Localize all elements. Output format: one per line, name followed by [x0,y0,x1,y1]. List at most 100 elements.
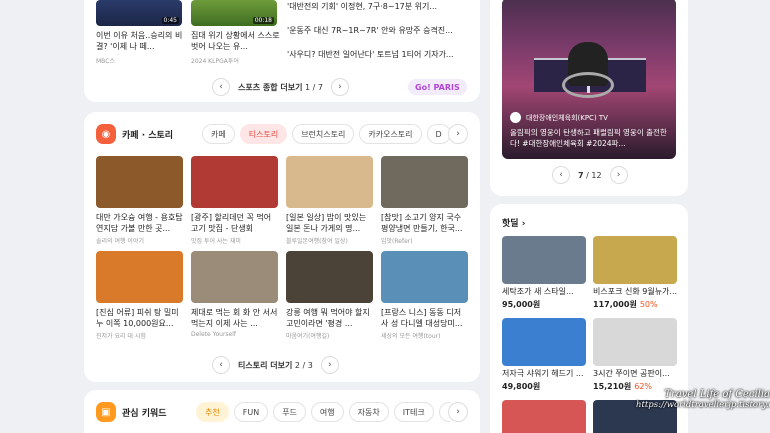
tab-it[interactable]: IT테크 [393,402,434,422]
chevron-right-icon[interactable]: › [448,124,468,144]
video-caption[interactable]: 이번 이유 처음..승리의 비결? '이제 나 떼... [96,30,186,52]
story-image[interactable] [381,251,468,303]
section-title[interactable]: 관심 키워드 [122,406,167,419]
tab-food[interactable]: 푸드 [273,402,306,422]
cafe-story-card: ◉ 카페 · 스토리 카페 티스토리 브런치스토리 카카오스토리 D › 대만 … [84,112,480,382]
story-image[interactable] [191,156,278,208]
news-headline[interactable]: '대반전의 기회' 이정현, 7구·8~17분 위기... [287,2,475,12]
story-item[interactable]: 강릉 여행 뭐 먹어야 할지 고민이라면 '평경 ... 마음여기(여행길) [286,251,373,340]
pager-current: 7 [578,170,584,180]
story-caption[interactable]: [일본 일상] 밥이 맛있는 일본 돈나 가게의 명... [286,212,373,234]
deal-name[interactable]: 비스포크 신화 9월뉴가... [593,287,677,297]
prev-page-button[interactable]: ‹ [212,356,230,374]
news-headline[interactable]: '운동주 대신 7R~1R~7R' 안와 유망주 승격진... [287,26,475,36]
story-grid: 대만 가오슝 여행 - 용호탑 연지담 가볼 만한 곳... 솔리의 여행 이야기… [96,156,468,340]
deal-name[interactable]: 세탁조가 새 스타일... [502,287,586,297]
video-caption[interactable]: 집대 위기 상황에서 스스로 벗어 나오는 유... [191,30,281,52]
deal-image[interactable] [502,318,586,366]
story-item[interactable]: [진심 어류] 피쉬 탕 밀미누 이쪽 10,000원요... 진저가 요리 대 … [96,251,183,340]
video-duration: 00:18 [252,17,274,24]
video-channel[interactable]: 대한장애인체육회(KPC) TV [510,112,608,123]
pager-title[interactable]: 티스토리 더보기 [238,361,292,370]
tab-car[interactable]: 자동차 [348,402,389,422]
tab-brunch[interactable]: 브런치스토리 [292,124,355,144]
story-item[interactable]: 대만 가오슝 여행 - 용호탑 연지담 가볼 만한 곳... 솔리의 여행 이야기 [96,156,183,245]
tab-kakaostory[interactable]: 카카오스토리 [359,124,422,144]
story-image[interactable] [286,251,373,303]
sports-video-2[interactable]: 00:18 집대 위기 상황에서 스스로 벗어 나오는 유... 2024 KL… [191,0,281,65]
tab-recommend[interactable]: 추천 [196,402,229,422]
pager-text: 티스토리 더보기 2 / 3 [238,360,313,370]
story-source: 블루일본여행(참여 일상) [286,238,348,245]
paris-badge[interactable]: Go! PARIS [408,79,467,95]
tab-tistory[interactable]: 티스토리 [239,124,288,144]
tab-fun[interactable]: FUN [233,402,269,422]
story-source: 맛집 투어 사는 재미 [191,238,241,245]
story-item[interactable]: 제대로 먹는 회 화 안 서서 먹는지 이제 사는 ... Delete Your… [191,251,278,340]
pager-total: 12 [591,170,602,180]
section-title[interactable]: 카페 · 스토리 [122,128,173,141]
story-source: 마음여기(여행길) [286,333,330,340]
deal-price: 95,000원 [502,299,586,310]
story-caption[interactable]: [진심 어류] 피쉬 탕 밀미누 이쪽 10,000원요... [96,307,183,329]
deal-item[interactable]: 3시간 쭈이면 공판이... 15,210원 62% [593,318,677,392]
story-caption[interactable]: [광주] 할리데던 꼭 먹어 고기 맛집 - 단생회 [191,212,278,234]
news-headline[interactable]: '사우디? 대반전 일어난다' 토트넘 1티어 기자가... [287,50,475,60]
story-image[interactable] [191,251,278,303]
sports-video-1[interactable]: 0:45 이번 이유 처음..승리의 비결? '이제 나 떼... MBC스 [96,0,186,65]
video-caption[interactable]: 올림픽의 영웅이 탄생하고 패럴림픽 영웅이 출전한다! #대한장애인체육회 #… [510,127,670,149]
deal-image[interactable] [502,236,586,284]
tab-more[interactable]: D [426,124,450,144]
pager-total: 7 [317,82,323,92]
story-image[interactable] [381,156,468,208]
story-image[interactable] [96,156,183,208]
tab-cafe[interactable]: 카페 [202,124,235,144]
deal-name[interactable]: 3시간 쭈이면 공판이... [593,369,677,379]
chevron-right-icon[interactable]: › [448,402,468,422]
deal-item[interactable]: 세탁조가 새 스타일... 95,000원 [502,236,586,310]
next-page-button[interactable]: › [609,166,628,184]
next-page-button[interactable]: › [330,78,349,96]
pager-current: 1 [305,82,311,92]
deal-item[interactable]: 저자극 샤워기 헤드기 ... 49,800원 [502,318,586,392]
price-value: 49,800원 [502,382,541,391]
story-image[interactable] [96,251,183,303]
wheelchair-figure [562,72,614,98]
story-caption[interactable]: 제대로 먹는 회 화 안 서서 먹는지 이제 사는 ... [191,307,278,329]
story-item[interactable]: [참맛] 소고기 양지 국수 평양냉면 만들기, 한국... 입맛(Refer) [381,156,468,245]
deal-item[interactable] [502,400,586,433]
story-caption[interactable]: 강릉 여행 뭐 먹어야 할지 고민이라면 '평경 ... [286,307,373,329]
deal-image[interactable] [593,318,677,366]
story-caption[interactable]: 대만 가오슝 여행 - 용호탑 연지담 가볼 만한 곳... [96,212,183,234]
chat-bubble-icon: ◉ [96,124,116,144]
next-page-button[interactable]: › [320,356,339,374]
price-value: 95,000원 [502,300,541,309]
chevron-right-icon[interactable]: › [522,219,526,229]
pager-title[interactable]: 스포츠 종합 더보기 [238,83,302,92]
sports-card: 0:45 이번 이유 처음..승리의 비결? '이제 나 떼... MBC스 0… [84,0,480,102]
story-item[interactable]: [광주] 할리데던 꼭 먹어 고기 맛집 - 단생회맛집 투어 사는 재미 [191,156,278,245]
video-source: MBC스 [96,58,115,65]
story-source: 세상의 모든 여행(tour) [381,333,441,340]
section-header[interactable]: 핫딜 › [502,216,525,229]
tab-travel[interactable]: 여행 [310,402,344,422]
pager-text: 스포츠 종합 더보기 1 / 7 [238,82,323,92]
story-item[interactable]: [일본 일상] 밥이 맛있는 일본 돈나 가게의 명... 블루일본여행(참여 일… [286,156,373,245]
prev-page-button[interactable]: ‹ [552,166,570,184]
keyword-tabs: 추천 FUN 푸드 여행 자동차 IT테크 리빙 [196,402,450,422]
section-title[interactable]: 핫딜 [502,219,519,229]
story-item[interactable]: [프랑스 니스] 동동 디저 사 성 다니엘 대성당미... 세상의 모든 여행(… [381,251,468,340]
video-thumbnail[interactable]: 0:45 [96,0,182,26]
deal-image[interactable] [502,400,586,433]
story-caption[interactable]: [프랑스 니스] 동동 디저 사 성 다니엘 대성당미... [381,307,468,329]
prev-page-button[interactable]: ‹ [212,78,230,96]
video-thumbnail[interactable]: 00:18 [191,0,277,26]
deal-image[interactable] [593,236,677,284]
folder-icon: ▣ [96,402,116,422]
deal-price: 49,800원 [502,381,586,392]
deal-item[interactable]: 비스포크 신화 9월뉴가... 117,000원 50% [593,236,677,310]
video-player[interactable]: 대한장애인체육회(KPC) TV 올림픽의 영웅이 탄생하고 패럴림픽 영웅이 … [502,0,676,159]
story-caption[interactable]: [참맛] 소고기 양지 국수 평양냉면 만들기, 한국... [381,212,468,234]
deal-name[interactable]: 저자극 샤워기 헤드기 ... [502,369,586,379]
story-image[interactable] [286,156,373,208]
